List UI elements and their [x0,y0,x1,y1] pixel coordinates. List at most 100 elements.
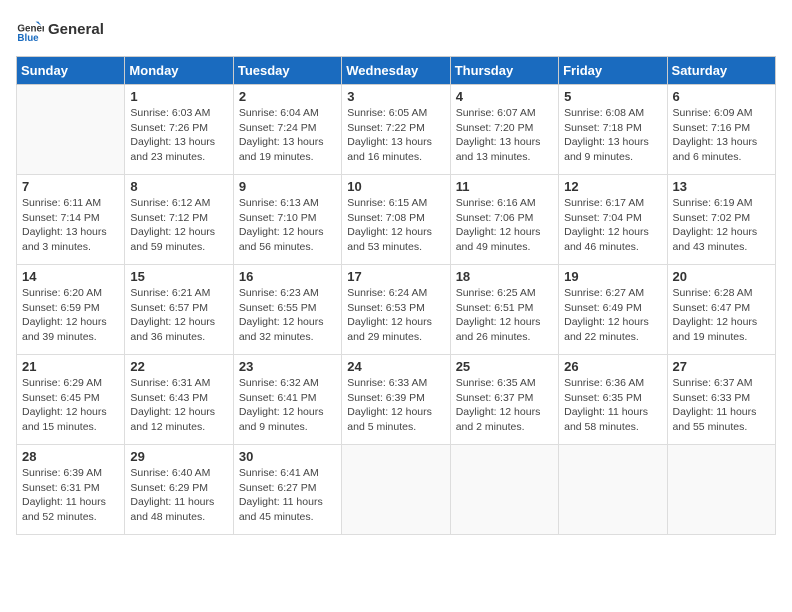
day-cell: 6Sunrise: 6:09 AM Sunset: 7:16 PM Daylig… [667,85,775,175]
header: General Blue General [16,16,776,44]
day-info: Sunrise: 6:11 AM Sunset: 7:14 PM Dayligh… [22,196,119,255]
day-info: Sunrise: 6:29 AM Sunset: 6:45 PM Dayligh… [22,376,119,435]
day-info: Sunrise: 6:12 AM Sunset: 7:12 PM Dayligh… [130,196,227,255]
day-cell: 28 Sunrise: 6:39 AM Sunset: 6:31 PM Dayli… [17,445,125,535]
day-info: Sunrise: 6:09 AM Sunset: 7:16 PM Dayligh… [673,106,770,165]
header-row: SundayMondayTuesdayWednesdayThursdayFrid… [17,57,776,85]
day-cell: 17Sunrise: 6:24 AM Sunset: 6:53 PM Dayli… [342,265,450,355]
day-info: Sunrise: 6:07 AM Sunset: 7:20 PM Dayligh… [456,106,553,165]
day-number: 1 [130,89,227,104]
day-cell: 2 Sunrise: 6:04 AM Sunset: 7:24 PM Daylig… [233,85,341,175]
day-info: Sunrise: 6:05 AM Sunset: 7:22 PM Dayligh… [347,106,444,165]
day-number: 20 [673,269,770,284]
day-cell: 9 Sunrise: 6:13 AM Sunset: 7:10 PM Daylig… [233,175,341,265]
svg-text:Blue: Blue [17,33,39,44]
header-cell-friday: Friday [559,57,667,85]
header-cell-wednesday: Wednesday [342,57,450,85]
header-cell-monday: Monday [125,57,233,85]
day-cell: 24Sunrise: 6:33 AM Sunset: 6:39 PM Dayli… [342,355,450,445]
day-info: Sunrise: 6:20 AM Sunset: 6:59 PM Dayligh… [22,286,119,345]
day-cell: 22 Sunrise: 6:31 AM Sunset: 6:43 PM Dayli… [125,355,233,445]
day-cell: 15 Sunrise: 6:21 AM Sunset: 6:57 PM Dayli… [125,265,233,355]
day-info: Sunrise: 6:25 AM Sunset: 6:51 PM Dayligh… [456,286,553,345]
day-cell: 21 Sunrise: 6:29 AM Sunset: 6:45 PM Dayli… [17,355,125,445]
day-number: 10 [347,179,444,194]
day-info: Sunrise: 6:31 AM Sunset: 6:43 PM Dayligh… [130,376,227,435]
day-number: 25 [456,359,553,374]
day-number: 21 [22,359,119,374]
day-info: Sunrise: 6:36 AM Sunset: 6:35 PM Dayligh… [564,376,661,435]
day-cell: 5 Sunrise: 6:08 AM Sunset: 7:18 PM Daylig… [559,85,667,175]
day-info: Sunrise: 6:33 AM Sunset: 6:39 PM Dayligh… [347,376,444,435]
day-number: 15 [130,269,227,284]
day-info: Sunrise: 6:28 AM Sunset: 6:47 PM Dayligh… [673,286,770,345]
day-info: Sunrise: 6:27 AM Sunset: 6:49 PM Dayligh… [564,286,661,345]
day-number: 22 [130,359,227,374]
day-info: Sunrise: 6:08 AM Sunset: 7:18 PM Dayligh… [564,106,661,165]
day-number: 28 [22,449,119,464]
day-cell: 18 Sunrise: 6:25 AM Sunset: 6:51 PM Dayli… [450,265,558,355]
day-cell: 8 Sunrise: 6:12 AM Sunset: 7:12 PM Daylig… [125,175,233,265]
day-cell: 19 Sunrise: 6:27 AM Sunset: 6:49 PM Dayli… [559,265,667,355]
day-cell: 3 Sunrise: 6:05 AM Sunset: 7:22 PM Daylig… [342,85,450,175]
day-cell: 7 Sunrise: 6:11 AM Sunset: 7:14 PM Daylig… [17,175,125,265]
day-cell [17,85,125,175]
week-row-3: 21 Sunrise: 6:29 AM Sunset: 6:45 PM Dayli… [17,355,776,445]
day-number: 3 [347,89,444,104]
day-number: 19 [564,269,661,284]
day-number: 29 [130,449,227,464]
calendar-table: SundayMondayTuesdayWednesdayThursdayFrid… [16,56,776,535]
day-cell [559,445,667,535]
day-number: 18 [456,269,553,284]
day-info: Sunrise: 6:39 AM Sunset: 6:31 PM Dayligh… [22,466,119,525]
week-row-0: 1 Sunrise: 6:03 AM Sunset: 7:26 PM Daylig… [17,85,776,175]
day-cell: 23Sunrise: 6:32 AM Sunset: 6:41 PM Dayli… [233,355,341,445]
day-number: 27 [673,359,770,374]
header-cell-sunday: Sunday [17,57,125,85]
day-info: Sunrise: 6:13 AM Sunset: 7:10 PM Dayligh… [239,196,336,255]
day-info: Sunrise: 6:21 AM Sunset: 6:57 PM Dayligh… [130,286,227,345]
day-number: 16 [239,269,336,284]
day-cell: 14 Sunrise: 6:20 AM Sunset: 6:59 PM Dayli… [17,265,125,355]
day-cell: 13 Sunrise: 6:19 AM Sunset: 7:02 PM Dayli… [667,175,775,265]
day-number: 2 [239,89,336,104]
header-cell-saturday: Saturday [667,57,775,85]
day-cell: 29 Sunrise: 6:40 AM Sunset: 6:29 PM Dayli… [125,445,233,535]
logo-icon: General Blue [16,16,44,44]
day-number: 9 [239,179,336,194]
day-info: Sunrise: 6:03 AM Sunset: 7:26 PM Dayligh… [130,106,227,165]
day-info: Sunrise: 6:40 AM Sunset: 6:29 PM Dayligh… [130,466,227,525]
day-number: 11 [456,179,553,194]
day-cell: 10Sunrise: 6:15 AM Sunset: 7:08 PM Dayli… [342,175,450,265]
day-cell: 26Sunrise: 6:36 AM Sunset: 6:35 PM Dayli… [559,355,667,445]
day-info: Sunrise: 6:19 AM Sunset: 7:02 PM Dayligh… [673,196,770,255]
week-row-4: 28 Sunrise: 6:39 AM Sunset: 6:31 PM Dayli… [17,445,776,535]
day-info: Sunrise: 6:35 AM Sunset: 6:37 PM Dayligh… [456,376,553,435]
day-cell: 27 Sunrise: 6:37 AM Sunset: 6:33 PM Dayli… [667,355,775,445]
header-cell-thursday: Thursday [450,57,558,85]
day-number: 30 [239,449,336,464]
day-cell: 20 Sunrise: 6:28 AM Sunset: 6:47 PM Dayli… [667,265,775,355]
day-number: 23 [239,359,336,374]
day-info: Sunrise: 6:17 AM Sunset: 7:04 PM Dayligh… [564,196,661,255]
day-cell: 1 Sunrise: 6:03 AM Sunset: 7:26 PM Daylig… [125,85,233,175]
day-number: 17 [347,269,444,284]
day-info: Sunrise: 6:04 AM Sunset: 7:24 PM Dayligh… [239,106,336,165]
day-number: 4 [456,89,553,104]
day-number: 7 [22,179,119,194]
header-cell-tuesday: Tuesday [233,57,341,85]
day-info: Sunrise: 6:23 AM Sunset: 6:55 PM Dayligh… [239,286,336,345]
day-number: 5 [564,89,661,104]
day-info: Sunrise: 6:16 AM Sunset: 7:06 PM Dayligh… [456,196,553,255]
day-info: Sunrise: 6:41 AM Sunset: 6:27 PM Dayligh… [239,466,336,525]
day-cell: 12 Sunrise: 6:17 AM Sunset: 7:04 PM Dayli… [559,175,667,265]
day-cell: 25 Sunrise: 6:35 AM Sunset: 6:37 PM Dayli… [450,355,558,445]
day-info: Sunrise: 6:37 AM Sunset: 6:33 PM Dayligh… [673,376,770,435]
day-number: 8 [130,179,227,194]
day-cell: 4 Sunrise: 6:07 AM Sunset: 7:20 PM Daylig… [450,85,558,175]
day-number: 13 [673,179,770,194]
day-cell [450,445,558,535]
day-number: 14 [22,269,119,284]
day-number: 12 [564,179,661,194]
day-cell [667,445,775,535]
